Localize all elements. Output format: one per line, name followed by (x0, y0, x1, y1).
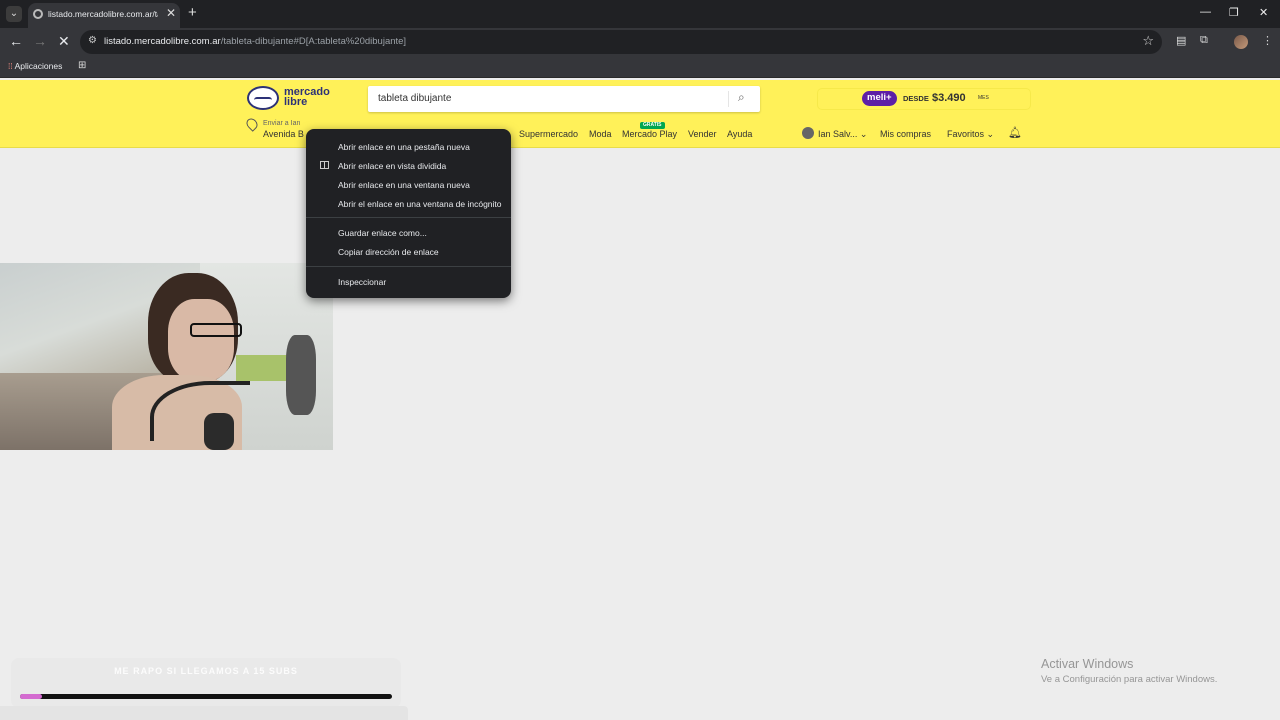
webcam-person-face (168, 299, 234, 381)
bookmark-star-icon[interactable]: ☆ (1142, 33, 1154, 49)
tab-title: listado.mercadolibre.com.ar/tab (48, 9, 158, 19)
nav-ayuda[interactable]: Ayuda (727, 129, 752, 139)
shipping-recipient[interactable]: Enviar a Ian (263, 120, 300, 127)
nav-mis-compras[interactable]: Mis compras (880, 129, 931, 139)
ctx-open-incognito[interactable]: Abrir el enlace en una ventana de incógn… (338, 199, 502, 209)
ctx-separator (306, 266, 511, 267)
back-button[interactable]: ← (9, 33, 23, 49)
location-pin-icon[interactable] (244, 116, 260, 132)
ctx-separator (306, 217, 511, 218)
favoritos-label: Favoritos (947, 129, 985, 139)
ctx-open-split-view[interactable]: Abrir enlace en vista dividida (338, 161, 446, 171)
close-window-button[interactable]: ✕ (1259, 6, 1268, 19)
search-icon[interactable]: ⌕ (738, 90, 745, 105)
handshake-logo-icon[interactable] (247, 86, 279, 110)
url-path: /tableta-dibujante#D[A:tableta%20dibujan… (220, 36, 407, 47)
forward-button[interactable]: → (33, 33, 47, 49)
browser-tab-bar: ⌄ listado.mercadolibre.com.ar/tab ✕ + — … (0, 0, 1280, 28)
browser-tab[interactable]: listado.mercadolibre.com.ar/tab ✕ (28, 3, 180, 28)
url-text: listado.mercadolibre.com.ar/tableta-dibu… (104, 36, 406, 47)
webcam-person-glasses (190, 323, 242, 337)
apps-grid-icon: ⁞⁞ (8, 61, 15, 71)
reading-mode-icon[interactable]: ▤ (1176, 34, 1186, 47)
address-bar[interactable]: ⚙ listado.mercadolibre.com.ar/tableta-di… (80, 30, 1162, 54)
ctx-open-new-window[interactable]: Abrir enlace en una ventana nueva (338, 180, 470, 190)
stream-goal-title: ME RAPO SI LLEGAMOS A 15 SUBS (114, 666, 298, 676)
user-avatar[interactable] (802, 127, 814, 139)
nav-supermercado[interactable]: Supermercado (519, 129, 578, 139)
ctx-open-new-tab[interactable]: Abrir enlace en una pestaña nueva (338, 142, 470, 152)
tab-loading-icon (33, 9, 43, 19)
nav-vender[interactable]: Vender (688, 129, 717, 139)
apps-label: Aplicaciones (14, 61, 63, 71)
menu-kebab-icon[interactable]: ⋮ (1262, 34, 1273, 47)
mercadolibre-logo-text[interactable]: mercado libre (284, 87, 330, 108)
stream-goal-progress-track (20, 694, 392, 699)
nav-moda[interactable]: Moda (589, 129, 612, 139)
webcam-microphone (204, 413, 234, 450)
ctx-save-link-as[interactable]: Guardar enlace como... (338, 228, 427, 238)
logo-line-2: libre (284, 96, 308, 108)
meli-desde-label: DESDE (903, 94, 929, 103)
browser-toolbar: ← → ✕ ⚙ listado.mercadolibre.com.ar/tabl… (0, 28, 1280, 56)
search-divider (728, 91, 729, 107)
stream-goal-progress-fill (20, 694, 43, 699)
apps-bookmark[interactable]: ⁞⁞ Aplicaciones (8, 61, 62, 71)
minimize-button[interactable]: — (1200, 6, 1211, 18)
notifications-bell-icon[interactable]: 🔔︎ (1008, 126, 1022, 139)
search-input[interactable]: tableta dibujante (378, 93, 451, 104)
ctx-inspect[interactable]: Inspeccionar (338, 277, 386, 287)
new-tab-button[interactable]: + (188, 4, 197, 21)
search-box[interactable]: tableta dibujante ⌕ (368, 86, 760, 112)
profile-avatar[interactable] (1234, 35, 1248, 49)
shipping-address[interactable]: Avenida B (263, 129, 304, 139)
activate-windows-title: Activar Windows (1041, 657, 1134, 671)
nav-favoritos[interactable]: Favoritos ⌄ (947, 129, 994, 140)
nav-mercado-play[interactable]: Mercado Play (622, 129, 677, 139)
tab-close-icon[interactable]: ✕ (166, 6, 176, 20)
user-menu[interactable]: Ian Salv... ⌄ (818, 129, 867, 140)
webcam-overlay (0, 263, 333, 450)
meli-price: $3.490 (932, 92, 966, 104)
user-name: Ian Salv... (818, 129, 858, 139)
link-status-bar (0, 706, 408, 720)
chevron-down-icon: ⌄ (859, 129, 868, 139)
bookmarks-bar: ⁞⁞ Aplicaciones ⊞ (0, 56, 1280, 78)
mercadolibre-header: mercado libre tableta dibujante ⌕ meli+ … (0, 80, 1280, 148)
tab-search-button[interactable]: ⌄ (6, 6, 22, 22)
restore-button[interactable]: ❐ (1229, 6, 1239, 19)
gratis-badge: GRATIS (640, 122, 665, 129)
split-view-icon (320, 161, 329, 169)
meli-plus-badge: meli+ (862, 91, 897, 106)
activate-windows-subtitle: Ve a Configuración para activar Windows. (1041, 674, 1218, 685)
stop-loading-button[interactable]: ✕ (58, 33, 70, 50)
ctx-copy-link-address[interactable]: Copiar dirección de enlace (338, 247, 439, 257)
url-host: listado.mercadolibre.com.ar (104, 36, 221, 47)
site-info-icon[interactable]: ⚙ (88, 35, 97, 46)
meli-mes-label: MES (978, 95, 989, 101)
extensions-icon[interactable]: ⧉ (1200, 34, 1208, 47)
webcam-lamp (286, 335, 316, 415)
chevron-down-icon: ⌄ (986, 129, 995, 139)
tab-groups-icon[interactable]: ⊞ (78, 60, 86, 71)
stream-goal-overlay: ME RAPO SI LLEGAMOS A 15 SUBS (11, 658, 401, 708)
meli-plus-banner[interactable]: meli+ DESDE $3.490 MES (818, 89, 1030, 109)
link-context-menu: Abrir enlace en una pestaña nueva Abrir … (306, 129, 511, 298)
